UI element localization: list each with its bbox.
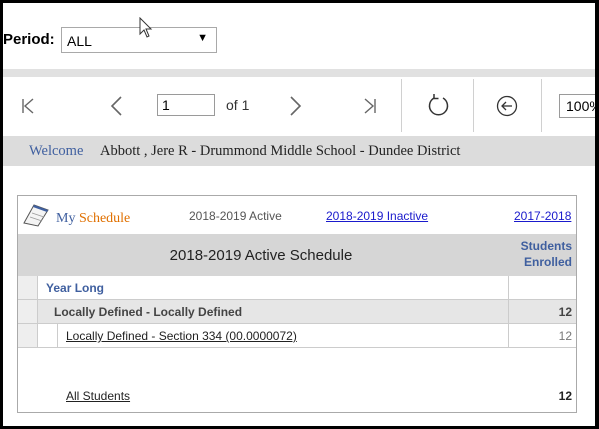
tab-2017-2018[interactable]: 2017-2018 xyxy=(514,209,571,223)
welcome-label: Welcome xyxy=(29,143,84,159)
refresh-icon xyxy=(428,93,449,115)
tab-2018-2019-active[interactable]: 2018-2019 Active xyxy=(189,209,282,223)
page-count-text: of 1 xyxy=(226,97,250,113)
chevron-left-icon xyxy=(110,95,122,116)
course-label: Locally Defined - Locally Defined xyxy=(54,305,243,319)
group-row-year-long: Year Long xyxy=(18,276,576,300)
section-count: 12 xyxy=(508,324,576,347)
my-schedule-label: My Schedule xyxy=(56,211,131,226)
last-page-button[interactable] xyxy=(355,77,385,134)
user-info: Abbott , Jere R - Drummond Middle School… xyxy=(100,143,461,159)
refresh-button[interactable] xyxy=(419,77,459,134)
toolbar-separator xyxy=(541,79,542,132)
count-cell xyxy=(508,276,576,299)
back-button[interactable] xyxy=(489,77,525,134)
section-row: Locally Defined - Section 334 (00.000007… xyxy=(18,324,576,348)
first-page-icon xyxy=(22,97,34,114)
first-page-button[interactable] xyxy=(13,77,43,134)
dropdown-arrow-icon: ▼ xyxy=(197,32,208,44)
group-label: Year Long xyxy=(46,281,105,295)
report-viewer: Period: ALL ▼ of 1 xyxy=(3,3,595,426)
section-link[interactable]: Locally Defined - Section 334 (00.000007… xyxy=(66,329,297,343)
all-students-count: 12 xyxy=(558,389,572,403)
toolbar-divider xyxy=(3,69,595,77)
period-label: Period: xyxy=(3,31,55,48)
course-row: Locally Defined - Locally Defined 12 xyxy=(18,300,576,324)
row-indent xyxy=(18,300,38,323)
row-indent xyxy=(18,276,38,299)
back-arrow-circle-icon xyxy=(496,95,518,116)
zoom-select[interactable]: 100% xyxy=(559,94,595,118)
course-count: 12 xyxy=(508,300,576,323)
toolbar-separator xyxy=(401,79,402,132)
schedule-tabs: My Schedule 2018-2019 Active 2018-2019 I… xyxy=(18,196,576,234)
all-students-link[interactable]: All Students xyxy=(66,389,130,403)
welcome-bar: Welcome Abbott , Jere R - Drummond Middl… xyxy=(3,136,595,166)
row-indent xyxy=(38,324,58,347)
schedule-header: 2018-2019 Active Schedule Students Enrol… xyxy=(18,234,576,276)
calendar-icon xyxy=(23,204,49,227)
students-enrolled-header: Students Enrolled xyxy=(520,239,572,269)
last-page-icon xyxy=(364,97,376,114)
chevron-right-icon xyxy=(290,95,302,116)
filter-bar: Period: ALL ▼ xyxy=(3,3,595,69)
previous-page-button[interactable] xyxy=(101,77,131,134)
period-select-value: ALL xyxy=(67,33,92,49)
toolbar-separator xyxy=(473,79,474,132)
report-toolbar: of 1 100% xyxy=(3,77,595,134)
mouse-pointer-icon xyxy=(139,17,153,38)
next-page-button[interactable] xyxy=(281,77,311,134)
tab-2018-2019-inactive[interactable]: 2018-2019 Inactive xyxy=(326,209,428,223)
schedule-title: 2018-2019 Active Schedule xyxy=(169,247,353,264)
page-number-input[interactable] xyxy=(157,94,215,116)
schedule-report: My Schedule 2018-2019 Active 2018-2019 I… xyxy=(17,195,577,413)
row-indent xyxy=(18,324,38,347)
